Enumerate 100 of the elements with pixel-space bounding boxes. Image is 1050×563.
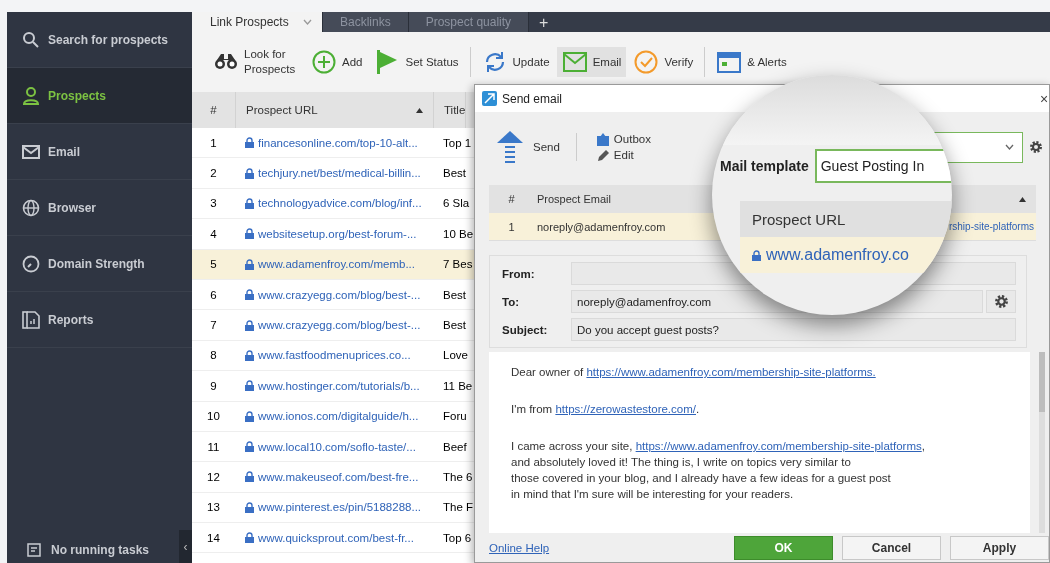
- url-link[interactable]: www.local10.com/soflo-taste/...: [258, 440, 416, 453]
- row-number: 1: [210, 136, 217, 149]
- sidebar-item[interactable]: Prospects: [7, 68, 192, 124]
- url-link[interactable]: www.quicksprout.com/best-fr...: [258, 531, 414, 544]
- row-number: 10: [207, 410, 220, 423]
- table-cell: Beef: [443, 440, 467, 453]
- search-icon: [22, 30, 40, 49]
- lock-icon: [245, 471, 254, 483]
- tab[interactable]: Link Prospects: [192, 12, 323, 32]
- lock-icon: [245, 258, 254, 270]
- input-field[interactable]: Do you accept guest posts?: [571, 318, 1016, 341]
- dialog-button[interactable]: Apply: [950, 535, 1049, 560]
- lock-icon: [245, 501, 254, 513]
- email-text: those covered in your blog, and I already have a few ideas for a guest post: [511, 471, 892, 486]
- lock-icon: [245, 289, 254, 301]
- table-cell: The F: [443, 501, 474, 514]
- outbox-button[interactable]: Outbox: [596, 132, 651, 146]
- calendar-icon: [716, 49, 743, 75]
- upload-arrow-icon: [497, 131, 523, 163]
- toolbar-button[interactable]: Look for Prospects: [208, 47, 304, 77]
- toolbar-button[interactable]: Email: [556, 47, 627, 77]
- settings-button[interactable]: [986, 290, 1016, 313]
- person-icon: [22, 86, 40, 105]
- url-link[interactable]: websitesetup.org/best-forum-...: [258, 227, 417, 240]
- plus-circle-icon: [311, 49, 337, 75]
- scrollbar-thumb[interactable]: [1039, 352, 1045, 412]
- row-number: 2: [210, 167, 217, 180]
- column-header[interactable]: #: [489, 185, 534, 213]
- checkmark-circle-icon: [633, 49, 660, 75]
- toolbar-button[interactable]: & Alerts: [711, 47, 792, 77]
- tasks-status: No running tasks: [51, 543, 149, 557]
- settings-icon[interactable]: [1029, 140, 1043, 154]
- send-button[interactable]: Send: [497, 131, 576, 163]
- row-number: 6: [210, 288, 217, 301]
- url-link[interactable]: www.crazyegg.com/blog/best-...: [258, 288, 421, 301]
- field-label: Subject:: [502, 323, 549, 336]
- column-header[interactable]: Prospect Email: [534, 185, 697, 213]
- table-cell: Best: [443, 319, 466, 332]
- lock-icon: [245, 197, 254, 209]
- url-link[interactable]: www.pinterest.es/pin/5188288...: [258, 501, 422, 514]
- lock-icon: [245, 441, 254, 453]
- url-link[interactable]: https://zerowastestore.com/: [555, 403, 696, 415]
- table-cell: The 6: [443, 471, 473, 483]
- field-label: To:: [502, 295, 521, 308]
- column-header[interactable]: Prospect URL: [246, 104, 318, 116]
- field-label: From:: [502, 267, 536, 280]
- toolbar-button[interactable]: Verify: [628, 47, 699, 77]
- help-link[interactable]: Online Help: [489, 541, 550, 554]
- close-button[interactable]: ×: [1039, 90, 1049, 107]
- url-link[interactable]: www.crazyegg.com/blog/best-...: [258, 319, 421, 332]
- collapse-button[interactable]: ‹: [179, 530, 192, 563]
- url-link[interactable]: rship-site-platforms: [948, 221, 1034, 232]
- toolbar-button[interactable]: Set Status: [369, 47, 464, 77]
- lock-icon: [245, 228, 254, 240]
- table-cell: Love: [443, 349, 468, 362]
- row-number: 12: [207, 471, 220, 483]
- row-number: 9: [210, 379, 217, 392]
- lock-icon: [245, 319, 254, 331]
- lock-icon: [245, 410, 254, 422]
- row-number: 3: [210, 197, 217, 210]
- field-label: Mail template: [720, 158, 809, 174]
- url-link[interactable]: techjury.net/best/medical-billin...: [258, 167, 421, 180]
- url-link[interactable]: technologyadvice.com/blog/inf...: [258, 197, 422, 210]
- table-cell: 7 Bes: [443, 258, 473, 271]
- envelope-icon: [22, 142, 40, 161]
- url-link[interactable]: https://www.adamenfroy.com/membership-site-platforms: [635, 440, 922, 452]
- column-header[interactable]: #: [192, 92, 236, 128]
- globe-icon: [22, 198, 40, 217]
- lock-icon: [245, 137, 254, 149]
- document-icon: [22, 310, 40, 329]
- lock-icon: [245, 532, 254, 544]
- template-dropdown[interactable]: Guest Posting In: [814, 149, 952, 183]
- url-link[interactable]: www.fastfoodmenuprices.co...: [258, 349, 411, 362]
- envelope-icon: [561, 49, 588, 75]
- add-tab-button[interactable]: +: [529, 14, 559, 32]
- url-link[interactable]: financesonline.com/top-10-alt...: [258, 136, 418, 149]
- toolbar-button[interactable]: Update: [476, 47, 555, 77]
- toolbar-button[interactable]: Add: [306, 47, 368, 77]
- chevron-down-icon: [1005, 144, 1014, 150]
- outbox-icon: [596, 132, 609, 146]
- url-link[interactable]: https://www.adamenfroy.com/membership-site-platforms.: [586, 366, 876, 378]
- row-number: 1: [508, 220, 515, 233]
- column-header[interactable]: Title: [434, 92, 467, 128]
- email-text: and absolutely loved it! The thing is, I write on topics very similar to: [511, 455, 852, 470]
- lock-icon: [245, 380, 254, 392]
- row-number: 11: [207, 440, 220, 453]
- url-link[interactable]: www.hostinger.com/tutorials/b...: [258, 379, 420, 392]
- dialog-button[interactable]: Cancel: [842, 535, 941, 560]
- url-link[interactable]: www.adamenfroy.com/memb...: [258, 258, 415, 271]
- email-cell: noreply@adamenfroy.com: [537, 220, 666, 233]
- lock-icon: [752, 249, 761, 261]
- lock-icon: [245, 349, 254, 361]
- table-cell: Foru: [443, 410, 467, 423]
- row-number: 8: [210, 349, 217, 362]
- url-link[interactable]: www.makeuseof.com/best-fre...: [258, 471, 419, 483]
- app-icon: [482, 91, 497, 106]
- sort-arrow-icon: [1019, 196, 1026, 202]
- url-link[interactable]: www.ionos.com/digitalguide/h...: [258, 410, 419, 423]
- row-number: 7: [210, 319, 217, 332]
- edit-button[interactable]: Edit: [596, 148, 651, 162]
